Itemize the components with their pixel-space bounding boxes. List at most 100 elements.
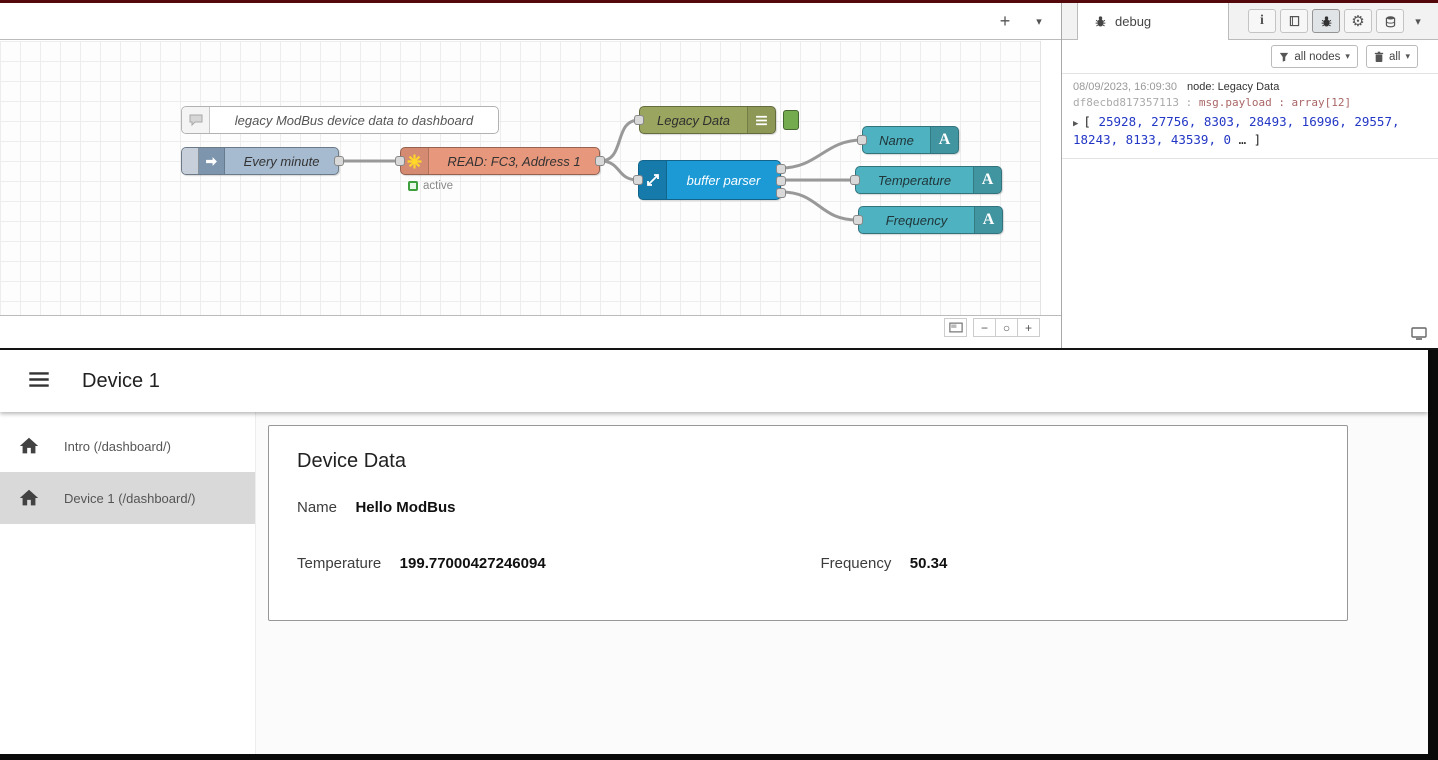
buffer-parser-label: buffer parser [667,161,780,199]
debug-toggle-button[interactable] [783,110,799,130]
ui-node-label: Frequency [859,207,974,233]
comment-node-label: legacy ModBus device data to dashboard [210,107,498,133]
canvas-footer: − ○ + [0,315,1061,339]
modbus-node-label: READ: FC3, Address 1 [429,148,599,174]
temperature-label: Temperature [297,555,381,572]
input-port[interactable] [853,215,863,225]
ui-text-node-frequency[interactable]: Frequency A [858,206,1003,234]
debug-node[interactable]: Legacy Data [639,106,776,134]
node-status: active [408,180,453,192]
card-title: Device Data [297,450,1319,473]
bug-icon [1320,15,1333,28]
window-bottom-edge [0,754,1438,760]
inject-node[interactable]: Every minute [181,147,339,175]
workspace-column: + ▾ [0,3,1061,348]
debug-message[interactable]: 08/09/2023, 16:09:30node: Legacy Data df… [1062,73,1438,159]
input-port[interactable] [633,175,643,185]
measurements-row: Temperature 199.77000427246094 Frequency… [297,555,1319,573]
frequency-label: Frequency [820,555,891,572]
context-data-tab-button[interactable] [1376,9,1404,33]
input-port[interactable] [395,156,405,166]
sidebar-menu-caret-button[interactable]: ▾ [1408,15,1428,28]
caret-down-icon: ▾ [1405,51,1410,62]
caret-down-icon: ▾ [1345,51,1350,62]
debug-filter-button[interactable]: all nodes ▾ [1271,45,1358,68]
buffer-parser-node[interactable]: buffer parser [638,160,781,200]
open-in-window-button[interactable] [1409,325,1429,346]
dashboard-body: Intro (/dashboard/) Device 1 (/dashboard… [0,412,1428,754]
add-flow-button[interactable]: + [991,9,1019,34]
inject-trigger-button[interactable] [182,148,199,174]
ui-node-label: Name [863,127,930,153]
debug-message-meta: 08/09/2023, 16:09:30node: Legacy Data [1073,81,1427,93]
input-port[interactable] [634,115,644,125]
text-a-icon: A [974,207,1002,233]
help-tab-button[interactable] [1280,9,1308,33]
sidebar-footer [1062,322,1438,348]
nav-item-intro[interactable]: Intro (/dashboard/) [0,420,255,472]
expand-caret-icon[interactable]: ▶ [1073,119,1078,129]
canvas-scrollbar[interactable] [1040,41,1061,315]
monitor-icon [1411,327,1427,341]
debug-payload[interactable]: ▶[ 25928, 27756, 8303, 28493, 16996, 295… [1073,113,1427,149]
output-port-1[interactable] [776,164,786,174]
name-value: Hello ModBus [355,499,455,516]
dashboard-appbar: Device 1 [0,350,1428,412]
nodered-dashboard: Device 1 Intro (/dashboard/) Device 1 (/… [0,350,1428,754]
name-row: Name Hello ModBus [297,499,1319,517]
zoom-reset-button[interactable]: ○ [995,318,1018,337]
list-icon [747,107,775,133]
tab-debug-label: debug [1115,14,1151,29]
bug-icon [1094,15,1107,28]
output-port[interactable] [334,156,344,166]
zoom-out-button[interactable]: − [973,318,996,337]
debug-payload-path: msg.payload : array[12] [1199,96,1351,109]
inject-arrow-icon [199,148,225,174]
nav-item-device-1[interactable]: Device 1 (/dashboard/) [0,472,255,524]
debug-msgid: df8ecbd817357113 [1073,96,1179,109]
dashboard-nav: Intro (/dashboard/) Device 1 (/dashboard… [0,412,256,754]
ui-text-node-name[interactable]: Name A [862,126,959,154]
info-tab-button[interactable]: i [1248,9,1276,33]
output-port-2[interactable] [776,176,786,186]
debug-node-label: Legacy Data [640,107,747,133]
sidebar-icon-buttons: i ⚙ [1248,9,1428,33]
debug-message-path: df8ecbd817357113 : msg.payload : array[1… [1073,96,1427,109]
flow-list-caret-button[interactable]: ▾ [1025,9,1053,34]
menu-button[interactable] [22,365,56,397]
comment-node[interactable]: legacy ModBus device data to dashboard [181,106,499,134]
debug-clear-button[interactable]: all ▾ [1366,45,1418,68]
modbus-read-node[interactable]: READ: FC3, Address 1 [400,147,600,175]
window-right-edge [1428,350,1438,760]
frequency-value: 50.34 [910,555,948,572]
tab-debug[interactable]: debug [1077,3,1229,40]
debug-sidebar: debug i ⚙ [1061,3,1438,348]
temperature-field: Temperature 199.77000427246094 [297,555,816,573]
flow-canvas[interactable]: legacy ModBus device data to dashboard E… [0,41,1040,315]
text-a-icon: A [973,167,1001,193]
config-nodes-tab-button[interactable]: ⚙ [1344,9,1372,33]
input-port[interactable] [850,175,860,185]
debug-tab-button[interactable] [1312,9,1340,33]
output-port[interactable] [595,156,605,166]
text-a-icon: A [930,127,958,153]
modbus-gear-icon [401,148,429,174]
inject-node-label: Every minute [225,148,338,174]
ui-node-label: Temperature [856,167,973,193]
input-port[interactable] [857,135,867,145]
speech-bubble-icon [182,107,210,133]
dashboard-page-title: Device 1 [82,370,160,393]
ui-text-node-temperature[interactable]: Temperature A [855,166,1002,194]
minimap-toggle-button[interactable] [944,318,967,337]
node-status-text: active [423,180,453,192]
output-port-3[interactable] [776,188,786,198]
sidebar-tabbar: debug i ⚙ [1062,3,1438,40]
screen: + ▾ [0,0,1438,760]
zoom-in-button[interactable]: + [1017,318,1040,337]
nodered-editor: + ▾ [0,3,1438,348]
nav-item-label: Device 1 (/dashboard/) [64,491,196,506]
dashboard-main: Device Data Name Hello ModBus Temperatur… [256,412,1428,754]
trash-icon [1374,51,1384,63]
home-icon [18,487,40,509]
status-dot-icon [408,181,418,191]
